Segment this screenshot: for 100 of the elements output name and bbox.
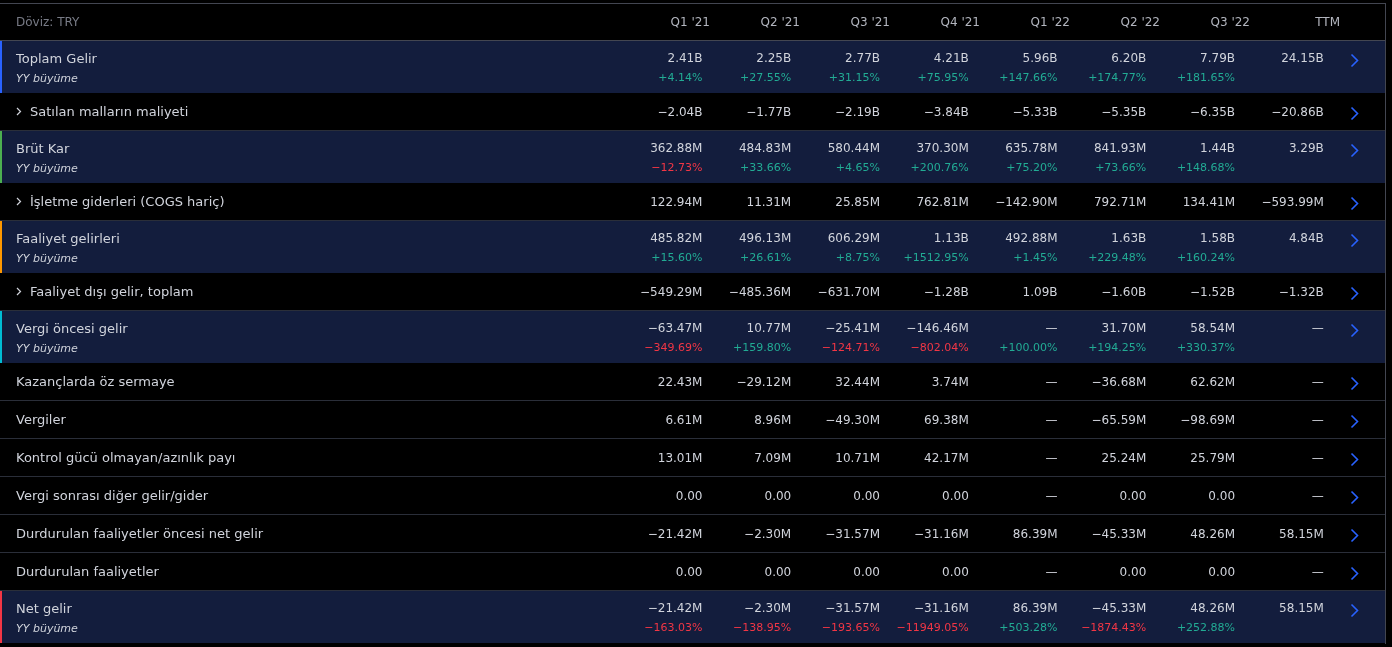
value-cell-text: −2.30M bbox=[744, 600, 792, 617]
growth-cell-text: +148.68% bbox=[1176, 160, 1236, 176]
growth-cell-text: −193.65% bbox=[821, 620, 880, 636]
value-cell-text: 0.00 bbox=[853, 487, 880, 505]
growth-cell-text: +75.95% bbox=[917, 70, 969, 86]
expand-chevron-icon[interactable] bbox=[16, 107, 22, 116]
value-cell-text: −2.30M bbox=[744, 525, 792, 543]
growth-cell-text: +147.66% bbox=[999, 70, 1058, 86]
growth-cell-text: +4.14% bbox=[658, 70, 703, 86]
value-cell-text: 25.85M bbox=[835, 193, 880, 211]
growth-cell-text: +160.24% bbox=[1176, 250, 1236, 266]
value-cell-text: 635.78M bbox=[1005, 140, 1058, 157]
period-header: Q1 '21 bbox=[669, 14, 710, 31]
value-cell-text: 0.00 bbox=[1208, 563, 1236, 581]
chevron-right-icon[interactable] bbox=[1349, 286, 1359, 301]
value-cell-text: — bbox=[1311, 449, 1324, 467]
chevron-right-icon[interactable] bbox=[1349, 528, 1359, 543]
period-header: Q3 '22 bbox=[1209, 14, 1250, 31]
period-header: Q2 '21 bbox=[759, 14, 800, 31]
chevron-right-icon[interactable] bbox=[1349, 603, 1359, 618]
expand-chevron-icon[interactable] bbox=[16, 287, 22, 296]
value-cell-text: 25.79M bbox=[1190, 449, 1236, 467]
row-label: Toplam Gelir bbox=[16, 50, 97, 68]
value-cell-text: 11.31M bbox=[746, 193, 792, 211]
value-cell-text: −142.90M bbox=[995, 193, 1058, 211]
value-cell-text: — bbox=[1045, 320, 1058, 337]
currency-label: Döviz: TRY bbox=[16, 14, 81, 31]
value-cell-text: 492.88M bbox=[1005, 230, 1058, 247]
row-sublabel: YY büyüme bbox=[16, 250, 79, 267]
value-cell-text: 42.17M bbox=[924, 449, 969, 467]
value-cell-text: −3.84B bbox=[923, 103, 969, 121]
growth-cell-text: +8.75% bbox=[835, 250, 880, 266]
value-cell-text: 4.21B bbox=[933, 50, 969, 67]
growth-cell-text: −1874.43% bbox=[1081, 620, 1147, 636]
value-cell-text: 32.44M bbox=[835, 373, 880, 391]
chevron-right-icon[interactable] bbox=[1349, 53, 1359, 68]
chevron-right-icon[interactable] bbox=[1349, 233, 1359, 248]
growth-cell-text: +33.66% bbox=[740, 160, 792, 176]
value-cell-text: 606.29M bbox=[827, 230, 880, 247]
row-label: Kontrol gücü olmayan/azınlık payı bbox=[16, 448, 236, 467]
value-cell-text: 22.43M bbox=[657, 373, 703, 391]
value-cell-text: 24.15B bbox=[1281, 50, 1324, 67]
expand-chevron-icon[interactable] bbox=[16, 197, 22, 206]
value-cell-text: −1.60B bbox=[1101, 283, 1147, 301]
value-cell-text: −36.68M bbox=[1091, 373, 1147, 391]
row-label: Net gelir bbox=[16, 600, 72, 618]
value-cell-text: 3.74M bbox=[931, 373, 969, 391]
value-cell-text: −631.70M bbox=[817, 283, 880, 301]
value-cell-text: 2.25B bbox=[756, 50, 792, 67]
value-cell-text: — bbox=[1045, 563, 1058, 581]
row-label: İşletme giderleri (COGS hariç) bbox=[30, 192, 225, 211]
growth-cell-text: −11949.05% bbox=[896, 620, 969, 636]
value-cell-text: −146.46M bbox=[906, 320, 969, 337]
value-cell-text: −63.47M bbox=[647, 320, 703, 337]
row-label: Faaliyet dışı gelir, toplam bbox=[30, 282, 194, 301]
value-cell-text: −2.19B bbox=[835, 103, 880, 121]
value-cell-text: 7.09M bbox=[754, 449, 792, 467]
value-cell-text: 134.41M bbox=[1182, 193, 1236, 211]
growth-cell-text: +31.15% bbox=[828, 70, 880, 86]
value-cell-text: 370.30M bbox=[916, 140, 969, 157]
growth-cell-text: +252.88% bbox=[1176, 620, 1236, 636]
value-cell-text: 58.54M bbox=[1190, 320, 1236, 337]
chevron-right-icon[interactable] bbox=[1349, 196, 1359, 211]
value-cell-text: 3.29B bbox=[1288, 140, 1324, 157]
chevron-right-icon[interactable] bbox=[1349, 414, 1359, 429]
value-cell-text: 7.79B bbox=[1200, 50, 1236, 67]
value-cell-text: 10.77M bbox=[746, 320, 792, 337]
value-cell-text: −45.33M bbox=[1091, 525, 1147, 543]
value-cell-text: 58.15M bbox=[1279, 600, 1324, 617]
chevron-right-icon[interactable] bbox=[1349, 490, 1359, 505]
chevron-right-icon[interactable] bbox=[1349, 323, 1359, 338]
chevron-right-icon[interactable] bbox=[1349, 566, 1359, 581]
value-cell-text: 762.81M bbox=[916, 193, 969, 211]
value-cell-text: 485.82M bbox=[650, 230, 703, 247]
growth-cell-text: +174.77% bbox=[1088, 70, 1147, 86]
period-header: Q3 '21 bbox=[849, 14, 890, 31]
value-cell-text: 6.20B bbox=[1111, 50, 1147, 67]
growth-cell-text: −163.03% bbox=[644, 620, 703, 636]
value-cell-text: −31.16M bbox=[914, 600, 969, 617]
value-cell-text: −31.57M bbox=[825, 600, 880, 617]
value-cell-text: −1.32B bbox=[1278, 283, 1324, 301]
chevron-right-icon[interactable] bbox=[1349, 452, 1359, 467]
growth-cell-text: +26.61% bbox=[740, 250, 792, 266]
value-cell-text: 1.63B bbox=[1111, 230, 1147, 247]
value-cell-text: −21.42M bbox=[647, 600, 703, 617]
chevron-right-icon[interactable] bbox=[1349, 143, 1359, 158]
growth-cell-text: +181.65% bbox=[1176, 70, 1236, 86]
chevron-right-icon[interactable] bbox=[1349, 376, 1359, 391]
value-cell-text: −49.30M bbox=[825, 411, 880, 429]
value-cell-text: 1.13B bbox=[933, 230, 969, 247]
growth-cell-text: +194.25% bbox=[1088, 340, 1147, 356]
row-sublabel: YY büyüme bbox=[16, 70, 79, 87]
value-cell-text: 10.71M bbox=[835, 449, 880, 467]
growth-cell-text: −12.73% bbox=[651, 160, 703, 176]
growth-cell-text: +75.20% bbox=[1006, 160, 1058, 176]
value-cell-text: — bbox=[1045, 487, 1058, 505]
row-label: Vergi sonrası diğer gelir/gider bbox=[16, 486, 209, 505]
period-header: Q1 '22 bbox=[1029, 14, 1070, 31]
value-cell-text: −65.59M bbox=[1091, 411, 1147, 429]
chevron-right-icon[interactable] bbox=[1349, 106, 1359, 121]
